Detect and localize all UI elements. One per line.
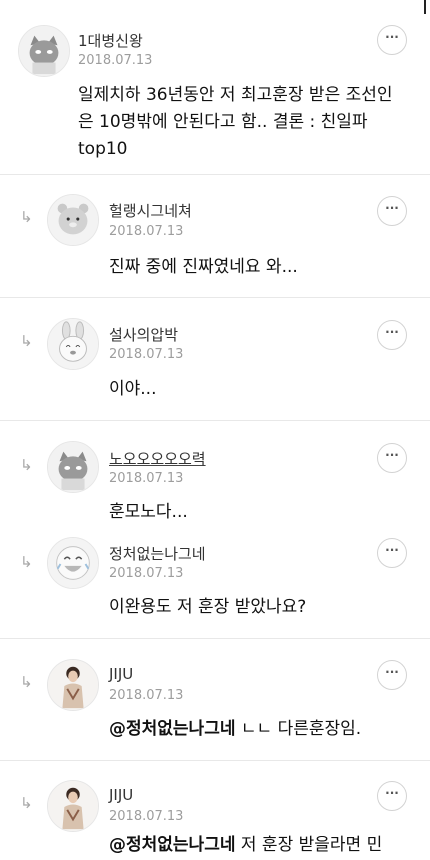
person-avatar-icon[interactable] xyxy=(47,780,99,832)
reply-arrow-icon: ↳ xyxy=(20,208,33,226)
comment-date: 2018.07.13 xyxy=(109,347,184,362)
person-avatar-icon[interactable] xyxy=(47,659,99,711)
gray-cat-avatar-icon[interactable] xyxy=(18,25,70,77)
comment-date: 2018.07.13 xyxy=(109,566,184,581)
comment-nickname[interactable]: 1대병신왕 xyxy=(78,30,143,51)
comment-nickname[interactable]: JIJU xyxy=(109,786,133,804)
more-options-icon[interactable]: ··· xyxy=(377,781,407,811)
comment-date: 2018.07.13 xyxy=(78,53,153,68)
more-options-icon[interactable]: ··· xyxy=(377,443,407,473)
reply-arrow-icon: ↳ xyxy=(20,456,33,474)
more-options-icon[interactable]: ··· xyxy=(377,25,407,55)
rabbit-avatar-icon[interactable] xyxy=(47,318,99,370)
comment-text: 진짜 중에 진짜였네요 와... xyxy=(109,257,298,277)
more-options-icon[interactable]: ··· xyxy=(377,538,407,568)
comment-divider xyxy=(0,420,430,421)
comment-nickname[interactable]: JIJU xyxy=(109,665,133,683)
comment-text: 일제치하 36년동안 저 최고훈장 받은 조선인은 10명밖에 안된다고 함..… xyxy=(78,85,393,159)
laughing-face-avatar-icon[interactable] xyxy=(47,537,99,589)
comment-text-row: @정처없는나그네 ㄴㄴ 다른훈장임. xyxy=(109,716,409,743)
reply-arrow-icon: ↳ xyxy=(20,553,33,571)
comment-text: ㄴㄴ 다른훈장임. xyxy=(240,719,362,739)
comment-nickname[interactable]: 정처없는나그네 xyxy=(109,543,206,564)
mention-link[interactable]: @정처없는나그네 xyxy=(109,719,235,739)
gray-cat-avatar-icon[interactable] xyxy=(47,441,99,493)
more-options-icon[interactable]: ··· xyxy=(377,196,407,226)
comment-divider xyxy=(0,174,430,175)
more-options-icon[interactable]: ··· xyxy=(377,320,407,350)
more-options-icon[interactable]: ··· xyxy=(377,660,407,690)
top-edge-mark xyxy=(424,0,426,14)
reply-arrow-icon: ↳ xyxy=(20,794,33,812)
mention-link[interactable]: @정처없는나그네 xyxy=(109,835,235,855)
comment-text: 이야... xyxy=(109,379,157,399)
bear-avatar-icon[interactable] xyxy=(47,194,99,246)
comment-text: 훈모노다... xyxy=(109,502,188,522)
reply-arrow-icon: ↳ xyxy=(20,332,33,350)
comment-nickname[interactable]: 헐랭시그네쳐 xyxy=(109,200,192,221)
comment-date: 2018.07.13 xyxy=(109,688,184,703)
comment-text: 저 훈장 받을라면 민 xyxy=(240,835,383,855)
comment-divider xyxy=(0,297,430,298)
comment-date: 2018.07.13 xyxy=(109,809,184,824)
comment-divider xyxy=(0,760,430,761)
comment-date: 2018.07.13 xyxy=(109,471,184,486)
comment-text-row: @정처없는나그네 저 훈장 받을라면 민 xyxy=(109,832,409,859)
comment-text: 이완용도 저 훈장 받았나요? xyxy=(109,597,307,617)
comment-nickname[interactable]: 설사의압박 xyxy=(109,324,178,345)
comment-nickname[interactable]: 노오오오오오력 xyxy=(109,448,206,469)
comment-date: 2018.07.13 xyxy=(109,224,184,239)
comment-divider xyxy=(0,638,430,639)
reply-arrow-icon: ↳ xyxy=(20,673,33,691)
